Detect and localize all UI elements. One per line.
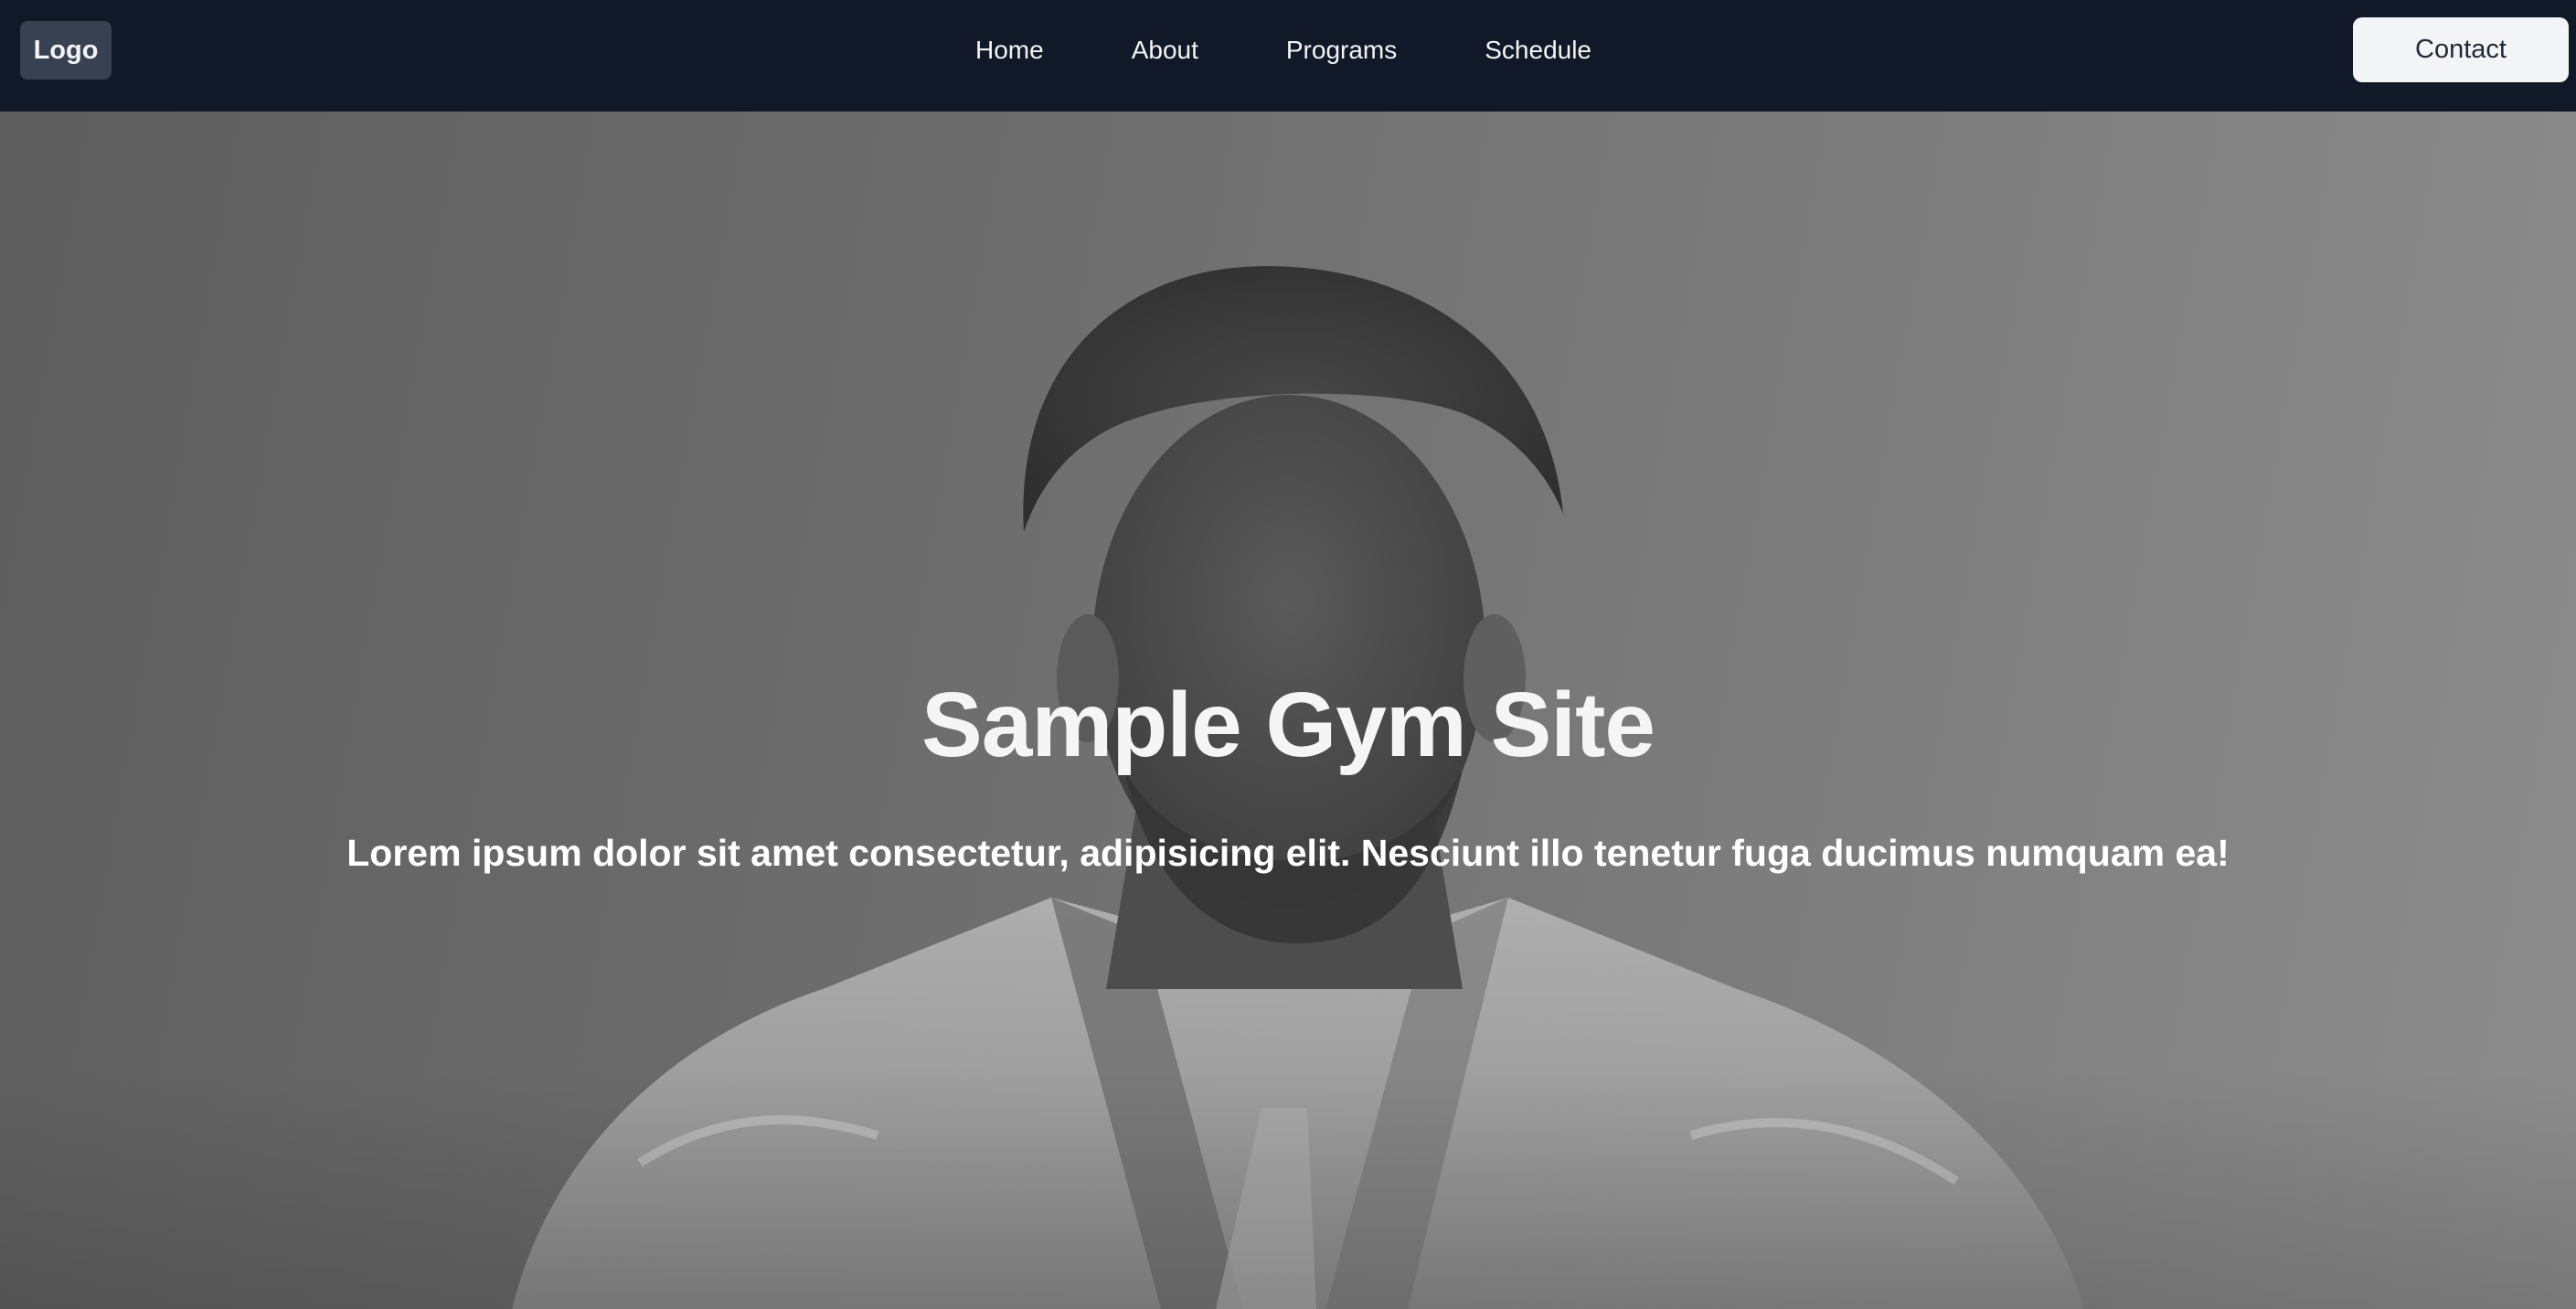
nav-link-home[interactable]: Home <box>953 36 1088 65</box>
nav-link-schedule[interactable]: Schedule <box>1441 36 1635 65</box>
hero-title: Sample Gym Site <box>921 674 1655 776</box>
logo-button[interactable]: Logo <box>20 21 112 80</box>
navbar: Logo Home About Programs Schedule Contac… <box>0 0 2576 112</box>
hero-subtitle: Lorem ipsum dolor sit amet consectetur, … <box>346 832 2230 874</box>
main-nav: Home About Programs Schedule <box>953 0 1635 101</box>
nav-link-programs[interactable]: Programs <box>1242 36 1441 65</box>
hero-section: Sample Gym Site Lorem ipsum dolor sit am… <box>0 112 2576 1309</box>
contact-button[interactable]: Contact <box>2353 17 2569 82</box>
nav-link-about[interactable]: About <box>1088 36 1242 65</box>
